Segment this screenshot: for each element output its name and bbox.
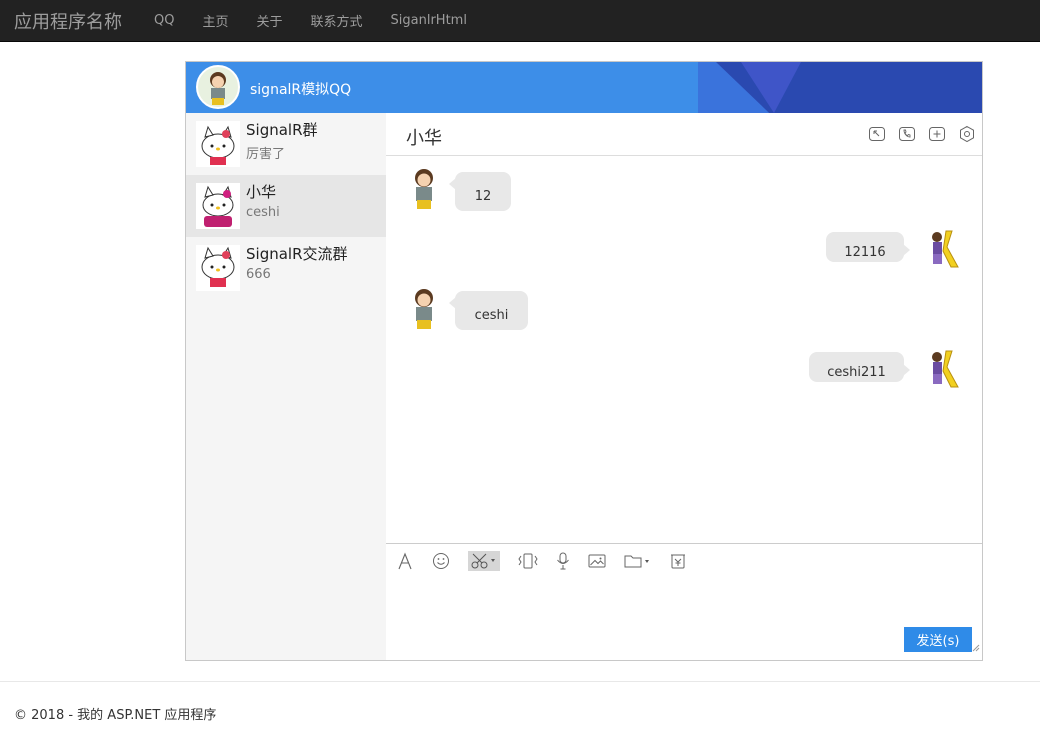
chat-title: 小华 — [406, 128, 442, 149]
message-bubble-sent: ceshi211 — [809, 352, 910, 382]
minimize-icon[interactable] — [868, 125, 886, 143]
composer-toolbar — [396, 551, 704, 571]
contact-avatar — [406, 167, 442, 211]
send-button[interactable]: 发送(s) — [904, 627, 972, 652]
contact-name: SignalR群 — [246, 121, 318, 139]
message-text: 12116 — [844, 244, 886, 260]
contact-preview: 666 — [246, 267, 271, 282]
message-bubble-sent: 12116 — [826, 232, 910, 262]
footer-divider — [0, 681, 1040, 682]
shake-icon[interactable] — [518, 551, 538, 571]
hello-kitty-avatar — [196, 121, 240, 167]
nav-link-contact[interactable]: 联系方式 — [311, 11, 363, 30]
emoji-icon[interactable] — [432, 551, 450, 571]
message-text: 12 — [474, 189, 492, 204]
top-navbar: 应用程序名称 QQ 主页 关于 联系方式 SiganlrHtml — [0, 0, 1040, 42]
window-title: signalR模拟QQ — [250, 82, 352, 98]
history-icon[interactable] — [670, 551, 686, 571]
phone-icon[interactable] — [898, 125, 916, 143]
hello-kitty-avatar — [196, 245, 240, 291]
contact-item-signalr-group[interactable]: SignalR群 厉害了 — [186, 113, 386, 175]
add-icon[interactable] — [928, 125, 946, 143]
contact-sidebar: SignalR群 厉害了 小华 ceshi SignalR交流群 666 — [186, 113, 386, 660]
contact-preview: 厉害了 — [246, 147, 286, 162]
microphone-icon[interactable] — [556, 551, 570, 571]
nav-link-qq[interactable]: QQ — [154, 13, 174, 28]
nav-link-about[interactable]: 关于 — [256, 11, 282, 30]
chat-window: signalR模拟QQ SignalR群 厉害了 小华 ceshi Signal… — [185, 61, 983, 661]
chat-header: 小华 — [386, 113, 982, 156]
resize-grip-icon[interactable] — [972, 644, 980, 652]
contact-item-xiaohua[interactable]: 小华 ceshi — [186, 175, 386, 237]
font-icon[interactable] — [396, 551, 414, 571]
contact-avatar — [406, 287, 442, 331]
message-text: ceshi — [474, 308, 509, 323]
chat-header-tools — [868, 125, 976, 143]
message-bubble-received: 12 — [449, 172, 511, 211]
chat-pane: 小华 12 12116 ceshi ceshi211 发送(s) — [386, 113, 982, 660]
settings-icon[interactable] — [958, 125, 976, 143]
message-list: 12 12116 ceshi ceshi211 — [386, 157, 982, 543]
scissors-icon[interactable] — [468, 551, 500, 571]
message-text: ceshi211 — [827, 364, 886, 380]
footer-copyright: © 2018 - 我的 ASP.NET 应用程序 — [14, 708, 217, 723]
contact-name: 小华 — [246, 183, 277, 201]
message-input[interactable] — [394, 578, 894, 648]
brand-link[interactable]: 应用程序名称 — [14, 8, 122, 34]
self-avatar — [926, 347, 962, 391]
message-bubble-received: ceshi — [449, 291, 528, 330]
hello-kitty-avatar — [196, 183, 240, 229]
contact-preview: ceshi — [246, 205, 280, 220]
nav-link-signalr-html[interactable]: SiganlrHtml — [391, 13, 467, 28]
self-avatar — [926, 227, 962, 271]
image-icon[interactable] — [588, 551, 606, 571]
folder-icon[interactable] — [624, 551, 652, 571]
message-composer: 发送(s) — [386, 543, 982, 660]
contact-item-signalr-exchange-group[interactable]: SignalR交流群 666 — [186, 237, 386, 299]
nav-link-home[interactable]: 主页 — [202, 11, 228, 30]
user-avatar[interactable] — [196, 65, 240, 109]
contact-name: SignalR交流群 — [246, 245, 348, 263]
window-header: signalR模拟QQ — [186, 62, 982, 113]
